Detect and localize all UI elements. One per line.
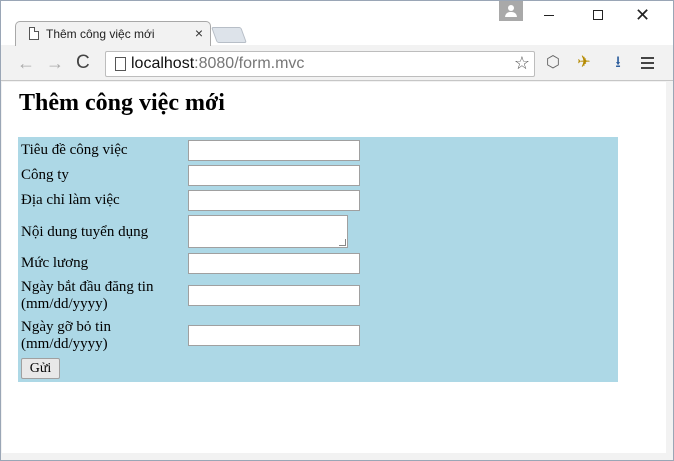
company-input[interactable] — [188, 165, 360, 186]
url-text[interactable]: localhost:8080/form.mvc — [131, 55, 304, 73]
field-label-start-date: Ngày bắt đầu đăng tin (mm/dd/yyyy) — [21, 279, 154, 312]
page-icon — [29, 27, 39, 40]
minimize-button[interactable] — [544, 15, 554, 16]
forward-button[interactable]: → — [46, 52, 64, 74]
end-date-input[interactable] — [188, 325, 360, 346]
tab-title: Thêm công việc mới — [46, 27, 155, 41]
browser-tab[interactable]: Thêm công việc mới × — [15, 21, 211, 47]
bookmark-star-icon[interactable]: ☆ — [514, 53, 530, 74]
field-label-title: Tiêu đề công việc — [21, 142, 128, 158]
new-tab-button[interactable] — [211, 27, 247, 43]
extension-bird-icon[interactable]: ✈ — [574, 52, 594, 74]
browser-window: Thêm công việc mới × ✕ ← → C localhost:8… — [0, 0, 674, 461]
url-path: :8080/form.mvc — [194, 55, 305, 72]
window-close-button[interactable]: ✕ — [635, 4, 650, 26]
title-input[interactable] — [188, 140, 360, 161]
profile-icon[interactable] — [499, 1, 523, 21]
close-tab-icon[interactable]: × — [195, 25, 203, 41]
page-viewport: Thêm công việc mới Tiêu đề công việc Côn… — [2, 82, 666, 453]
address-input[interactable] — [188, 190, 360, 211]
field-label-address: Địa chỉ làm việc — [21, 192, 120, 208]
back-button[interactable]: ← — [17, 52, 35, 74]
field-label-description: Nội dung tuyển dụng — [21, 224, 149, 240]
extension-cube-icon[interactable]: ⬡ — [543, 52, 563, 74]
start-date-input[interactable] — [188, 285, 360, 306]
page-title: Thêm công việc mới — [19, 90, 225, 116]
url-host: localhost — [131, 55, 195, 72]
title-bar: Thêm công việc mới × ✕ — [1, 1, 673, 47]
field-label-company: Công ty — [21, 167, 69, 183]
menu-icon[interactable] — [641, 57, 654, 72]
field-label-salary: Mức lương — [21, 255, 89, 271]
job-form: Tiêu đề công việc Công ty Địa chỉ làm vi… — [18, 137, 618, 382]
browser-toolbar: ← → C localhost:8080/form.mvc ☆ ⬡ ✈ ⭳ — [1, 46, 673, 81]
submit-button[interactable]: Gửi — [21, 358, 60, 379]
description-textarea[interactable] — [188, 215, 348, 248]
address-bar[interactable]: localhost:8080/form.mvc ☆ — [105, 51, 535, 77]
extension-download-icon[interactable]: ⭳ — [608, 52, 628, 74]
field-label-end-date: Ngày gỡ bỏ tin (mm/dd/yyyy) — [21, 319, 112, 352]
reload-button[interactable]: C — [76, 52, 90, 74]
page-icon — [115, 57, 126, 71]
salary-input[interactable] — [188, 253, 360, 274]
maximize-button[interactable] — [593, 10, 603, 20]
